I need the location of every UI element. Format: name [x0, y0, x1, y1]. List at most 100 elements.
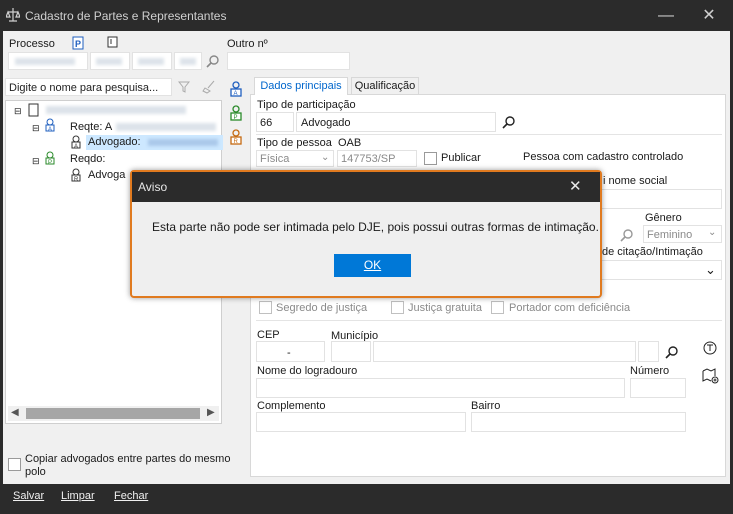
filter-icon[interactable]: [177, 81, 191, 96]
numero-label: Número: [630, 365, 670, 377]
cep-input[interactable]: -: [256, 341, 325, 362]
cep-label: CEP: [257, 329, 280, 341]
scroll-left-icon[interactable]: ◀: [11, 407, 19, 418]
tree-advogado-label: Advogado:: [88, 136, 141, 148]
broom-icon[interactable]: [202, 80, 216, 97]
logradouro-input[interactable]: [256, 378, 625, 398]
cep-lookup-icon[interactable]: [702, 340, 718, 359]
root-name-redacted: [46, 106, 186, 114]
tab-dados-principais[interactable]: Dados principais: [254, 77, 348, 95]
tab-qualificacao[interactable]: Qualificação: [351, 77, 419, 95]
close-button[interactable]: ✕: [699, 6, 719, 26]
clear-button[interactable]: Limpar: [61, 490, 95, 502]
minimize-button[interactable]: —: [656, 6, 676, 26]
document-p-icon[interactable]: P: [72, 36, 88, 53]
divider: [256, 134, 722, 135]
justica-checkbox[interactable]: [391, 301, 404, 314]
svg-text:P: P: [75, 39, 81, 49]
add-lawyer-icon[interactable]: R: [229, 129, 243, 148]
chevron-down-icon: ⌄: [705, 262, 716, 277]
bottom-toolbar: Salvar Limpar Fechar: [3, 484, 730, 511]
tree-advogado-selected[interactable]: Advogado:: [86, 135, 223, 150]
copy-lawyers-checkbox[interactable]: [8, 458, 21, 471]
portador-checkbox[interactable]: [491, 301, 504, 314]
svg-text:P: P: [48, 160, 52, 165]
dialog-header: Aviso ✕: [132, 172, 600, 202]
search-icon[interactable]: [206, 54, 220, 71]
municipio-code-input[interactable]: [331, 341, 371, 362]
dialog-title: Aviso: [138, 180, 168, 194]
citacao-select[interactable]: ⌄: [600, 260, 722, 280]
search-icon[interactable]: [502, 115, 516, 132]
party-a-icon: A: [44, 118, 56, 135]
save-button[interactable]: Salvar: [13, 490, 44, 502]
map-add-icon[interactable]: [702, 367, 719, 387]
close-form-button[interactable]: Fechar: [114, 490, 148, 502]
municipio-name-input[interactable]: [373, 341, 636, 362]
outro-label: Outro nº: [227, 38, 268, 50]
scroll-right-icon[interactable]: ▶: [207, 407, 215, 418]
reqte-name-redacted: [116, 123, 216, 131]
processo-field-2[interactable]: [90, 52, 130, 70]
search-icon[interactable]: [620, 228, 634, 245]
chevron-down-icon: ⌄: [321, 152, 330, 163]
cadastro-controlado-label: Pessoa com cadastro controlado: [523, 151, 684, 163]
tree-collapse-icon[interactable]: ⊟: [14, 106, 22, 117]
complemento-input[interactable]: [256, 412, 466, 432]
publicar-checkbox[interactable]: [424, 152, 437, 165]
publicar-label: Publicar: [441, 152, 481, 164]
dialog-message: Esta parte não pode ser intimada pelo DJ…: [152, 220, 599, 234]
tree-reqdo[interactable]: Reqdo:: [70, 153, 105, 165]
justica-label: Justiça gratuita: [408, 302, 482, 314]
tipo-participacao-label: Tipo de participação: [257, 99, 356, 111]
genero-select[interactable]: Feminino ⌄: [643, 225, 722, 243]
numero-input[interactable]: [630, 378, 686, 398]
uf-input[interactable]: [638, 341, 659, 362]
outro-input[interactable]: [227, 52, 350, 70]
aviso-dialog: Aviso ✕ Esta parte não pode ser intimada…: [130, 170, 602, 298]
tree-reqte[interactable]: Reqte: A: [70, 121, 112, 133]
notes-icon[interactable]: [107, 36, 119, 51]
window-title: Cadastro de Partes e Representantes: [25, 9, 227, 23]
advogado-name-redacted: [148, 139, 218, 146]
lawyer-a-icon: A: [70, 135, 82, 152]
tipo-participacao-code[interactable]: 66: [256, 112, 294, 132]
tree-collapse-icon[interactable]: ⊟: [32, 156, 40, 167]
tree-search-input[interactable]: Digite o nome para pesquisa...: [5, 78, 172, 96]
genero-label: Gênero: [645, 212, 682, 224]
oab-field[interactable]: 147753/SP: [337, 150, 417, 167]
tipo-participacao-value[interactable]: Advogado: [296, 112, 496, 132]
ok-button[interactable]: OK: [334, 254, 411, 277]
tipo-pessoa-select[interactable]: Física ⌄: [256, 150, 334, 167]
tree-collapse-icon[interactable]: ⊟: [32, 123, 40, 134]
bairro-input[interactable]: [471, 412, 686, 432]
title-bar: Cadastro de Partes e Representantes — ✕: [0, 0, 733, 31]
logradouro-label: Nome do logradouro: [257, 365, 358, 377]
portador-label: Portador com deficiência: [509, 302, 631, 314]
svg-text:A: A: [74, 144, 78, 149]
processo-field-1[interactable]: [8, 52, 88, 70]
tree-hscrollbar[interactable]: ◀ ▶: [8, 406, 219, 421]
bairro-label: Bairro: [471, 400, 501, 412]
processo-field-3[interactable]: [132, 52, 172, 70]
citacao-label: de citação/Intimação: [602, 246, 703, 258]
oab-label: OAB: [338, 137, 362, 149]
tree-advogado-2[interactable]: Advoga: [88, 169, 125, 181]
processo-label: Processo: [9, 38, 55, 50]
dialog-close-icon[interactable]: ✕: [569, 177, 582, 195]
svg-text:P: P: [234, 115, 238, 121]
svg-text:R: R: [74, 177, 79, 182]
lawyer-r-icon: R: [70, 168, 82, 185]
search-icon[interactable]: [665, 345, 679, 362]
nome-social-input[interactable]: [600, 189, 722, 209]
add-author-icon[interactable]: A: [229, 81, 243, 100]
add-defendant-icon[interactable]: P: [229, 105, 243, 124]
document-icon: [28, 103, 39, 120]
chevron-down-icon: ⌄: [708, 227, 717, 238]
svg-text:R: R: [234, 139, 239, 145]
scroll-thumb[interactable]: [26, 408, 200, 419]
party-p-icon: P: [44, 151, 56, 168]
divider: [256, 320, 722, 321]
processo-field-4[interactable]: [174, 52, 202, 70]
segredo-checkbox[interactable]: [259, 301, 272, 314]
